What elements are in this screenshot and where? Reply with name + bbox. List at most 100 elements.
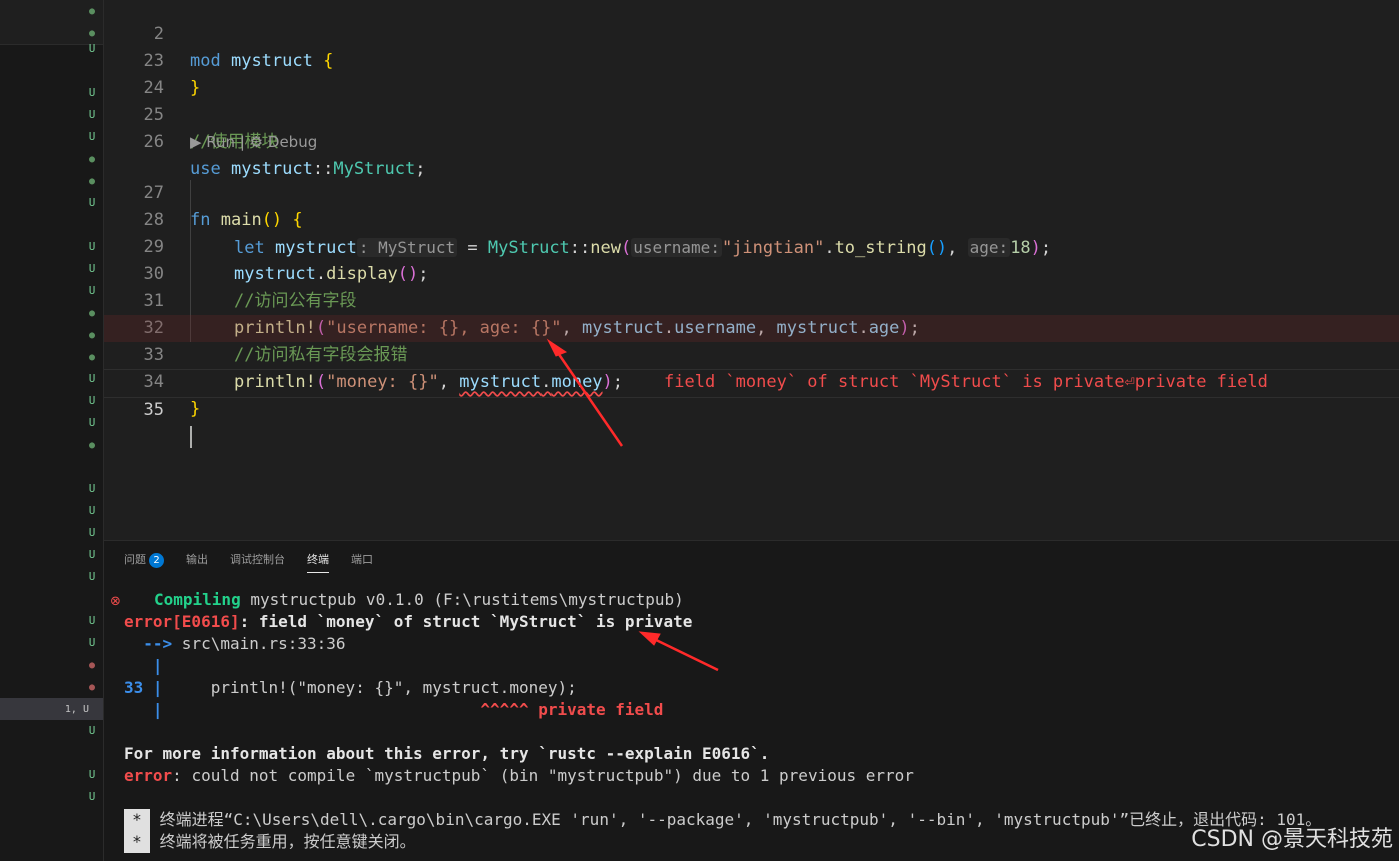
explorer-row[interactable]: U (0, 390, 103, 412)
untracked-badge: U (88, 240, 96, 253)
code-line-29[interactable]: 29 mystruct.display(); (104, 207, 1399, 284)
task-marker: * (124, 809, 150, 831)
explorer-row[interactable]: U (0, 236, 103, 258)
code-line-2[interactable]: 2 mod mystruct { (104, 0, 1399, 71)
panel-tab[interactable]: 调试控制台 (230, 549, 285, 571)
problems-count-badge: 2 (149, 553, 164, 568)
explorer-row[interactable]: U (0, 368, 103, 390)
explorer-row[interactable]: U (0, 500, 103, 522)
panel-tab[interactable]: 问题 2 (124, 549, 164, 571)
code-line-31[interactable]: 31 println!("username: {}, age: {}", mys… (104, 261, 1399, 338)
source-line-number: 33 (124, 678, 144, 697)
explorer-row[interactable]: U (0, 412, 103, 434)
untracked-badge: U (88, 108, 96, 121)
untracked-badge: U (88, 504, 96, 517)
text-cursor (190, 426, 192, 448)
code-line-28[interactable]: 28 let mystruct: MyStruct = MyStruct::ne… (104, 180, 1399, 258)
code-line-33[interactable]: 33 println!("money: {}", mystruct.money)… (104, 315, 1399, 392)
explorer-row[interactable]: 1, U (0, 698, 103, 720)
code-line-34[interactable]: 34 } (104, 342, 1399, 419)
explorer-row[interactable]: U (0, 764, 103, 786)
codelens-divider: | (235, 133, 250, 151)
error-location[interactable]: src\main.rs:33:36 (172, 634, 346, 653)
codelens: ▶ Run | ⚙ Debug (190, 130, 317, 154)
terminal-error-line: error[E0616]: field `money` of struct `M… (124, 611, 692, 633)
untracked-badge: U (88, 394, 96, 407)
explorer-row[interactable]: U (0, 478, 103, 500)
panel-tab[interactable]: 输出 (186, 549, 208, 571)
run-codelens[interactable]: ▶ Run (190, 133, 235, 151)
untracked-badge: U (88, 416, 96, 429)
explorer-row[interactable]: U (0, 610, 103, 632)
status-dot-icon: ● (88, 308, 96, 319)
explorer-row[interactable]: U (0, 280, 103, 302)
code-line-23[interactable]: 23 } (104, 21, 1399, 98)
terminal-caret-line: | ^^^^^ private field (124, 699, 664, 721)
code-line-35[interactable]: 35 (104, 369, 1399, 448)
code-line-27[interactable]: 27 fn main() { (104, 153, 1399, 230)
code-line-32[interactable]: 32 //访问私有字段会报错 (104, 288, 1399, 365)
code-line-24[interactable]: 24 (104, 48, 1399, 98)
code-line-25[interactable]: 25 //使用模块 (104, 75, 1399, 152)
explorer-row[interactable]: U (0, 632, 103, 654)
panel-tab-label: 终端 (307, 553, 329, 566)
explorer-row[interactable]: ● (0, 346, 103, 368)
panel-tabs: 问题 2 输出 调试控制台 终端 端口 (124, 549, 373, 573)
caret-annotation: ^^^^^ private field (162, 700, 664, 719)
explorer-sidebar: ● ● U U U U ● ● U U U U ● ● ● U U U ● U U U U U U U ● ● 1, UUUU (0, 0, 104, 861)
explorer-row[interactable]: U (0, 38, 103, 60)
explorer-row[interactable]: U (0, 104, 103, 126)
explorer-row[interactable]: U (0, 786, 103, 808)
untracked-badge: U (88, 372, 96, 385)
untracked-badge: U (88, 42, 96, 55)
explorer-row[interactable]: ● (0, 148, 103, 170)
explorer-row[interactable]: U (0, 720, 103, 742)
untracked-badge: U (88, 790, 96, 803)
compile-failed-message: : could not compile `mystructpub` (bin "… (172, 766, 914, 785)
error-icon: ⊗ (110, 594, 121, 609)
panel-tab[interactable]: 端口 (351, 549, 373, 571)
error-code: error[E0616] (124, 612, 240, 631)
code-line-30[interactable]: 30 //访问公有字段 (104, 234, 1399, 311)
problem-badge: 1, U (64, 704, 89, 715)
panel-tab[interactable]: 终端 (307, 549, 329, 573)
debug-codelens[interactable]: ⚙ Debug (250, 133, 318, 151)
brace: } (190, 399, 201, 419)
untracked-badge: U (88, 724, 96, 737)
panel-tab-label: 调试控制台 (230, 553, 285, 566)
explorer-row[interactable]: U (0, 126, 103, 148)
code-line-26[interactable]: 26 use mystruct::MyStruct; (104, 102, 1399, 179)
explorer-row[interactable]: U (0, 192, 103, 214)
explorer-row[interactable]: ● (0, 324, 103, 346)
status-dot-icon: ● (88, 176, 96, 187)
untracked-badge: U (88, 614, 96, 627)
status-dot-icon: ● (88, 352, 96, 363)
status-dot-icon: ● (88, 330, 96, 341)
explorer-row[interactable]: ● (0, 302, 103, 324)
explorer-row[interactable]: ● (0, 676, 103, 698)
pipe: | (124, 700, 163, 719)
explorer-row[interactable]: ● (0, 434, 103, 456)
untracked-badge: U (88, 636, 96, 649)
untracked-badge: U (88, 262, 96, 275)
explorer-row[interactable]: U (0, 544, 103, 566)
explorer-row[interactable]: ● (0, 654, 103, 676)
explorer-row[interactable]: U (0, 522, 103, 544)
process-exit-message: 终端进程“C:\Users\dell\.cargo\bin\cargo.EXE … (150, 810, 1322, 829)
error-message: : field `money` of struct `MyStruct` is … (239, 612, 693, 631)
explorer-row[interactable]: ● (0, 0, 103, 22)
explorer-row[interactable]: U (0, 258, 103, 280)
code-editor[interactable]: 2 mod mystruct { 23 } 24 25 //使用模块 26 us… (104, 0, 1399, 540)
explorer-row[interactable]: ● (0, 170, 103, 192)
explorer-row[interactable]: U (0, 566, 103, 588)
line-number: 26 (143, 132, 164, 152)
terminal-pipe-line: | (124, 656, 163, 675)
status-dot-icon: ● (88, 154, 96, 165)
terminal-source-line: 33 | println!("money: {}", mystruct.mone… (124, 677, 577, 699)
explorer-row[interactable]: U (0, 82, 103, 104)
panel-tab-label: 端口 (351, 553, 373, 566)
compiling-target: mystructpub v0.1.0 (F:\rustitems\mystruc… (240, 590, 684, 609)
location-arrow: --> (124, 634, 173, 653)
untracked-badge: U (88, 548, 96, 561)
task-marker: * (124, 831, 150, 853)
